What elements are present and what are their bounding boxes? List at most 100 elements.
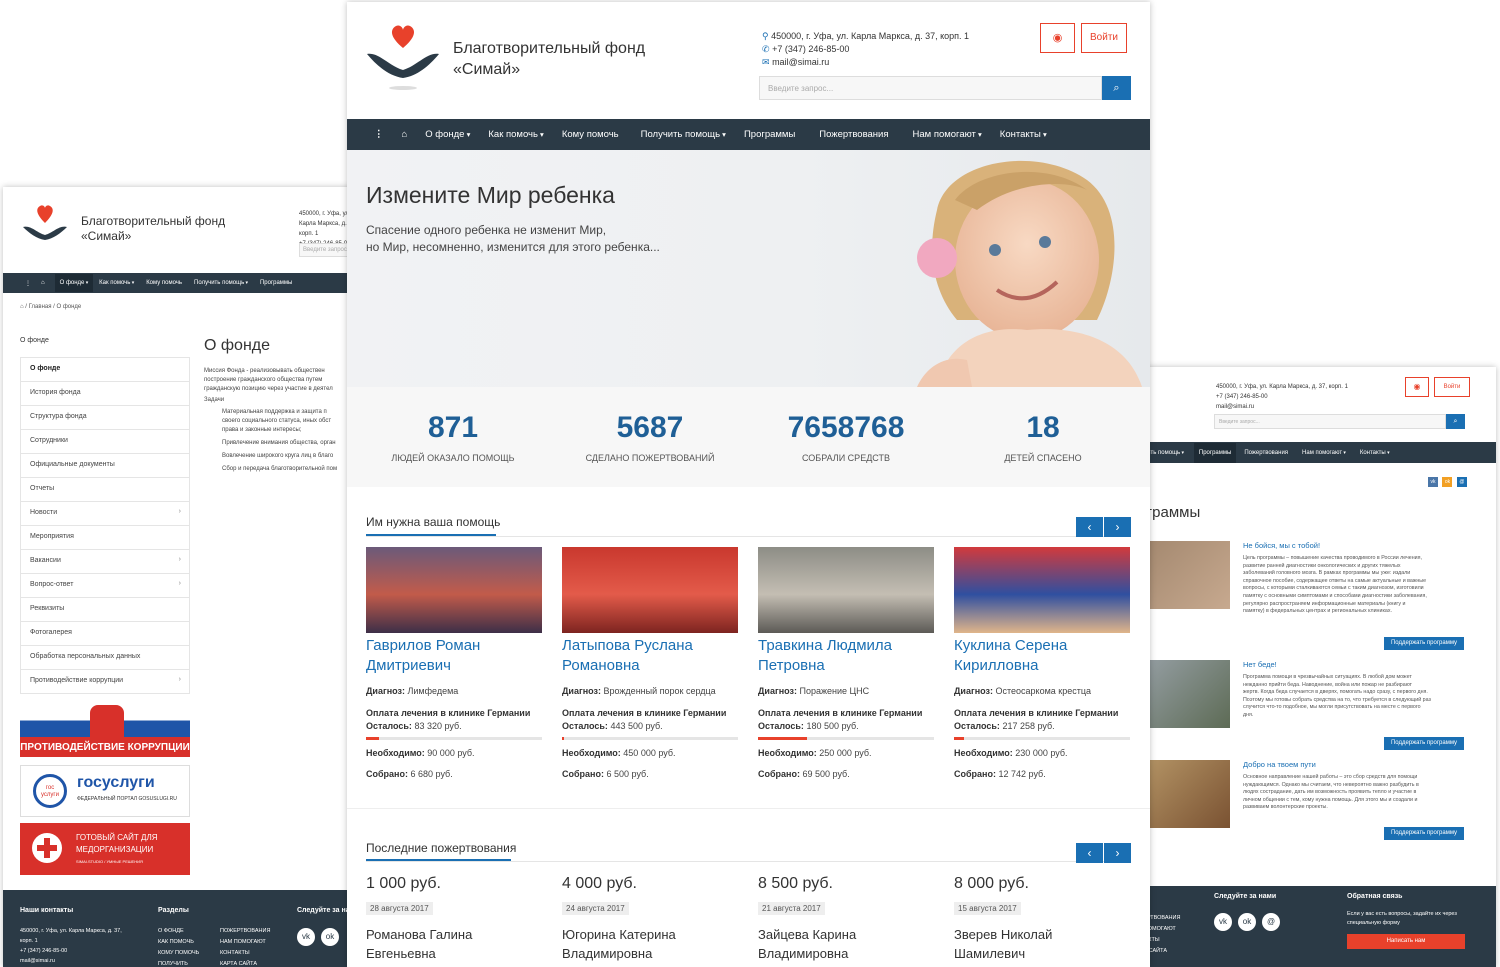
- next-arrow-icon[interactable]: ›: [1104, 843, 1131, 863]
- email-text[interactable]: mail@simai.ru: [772, 57, 829, 67]
- patient-photo[interactable]: [954, 547, 1130, 633]
- eye-icon[interactable]: ◉: [1405, 377, 1429, 397]
- program-title[interactable]: Нет беде!: [1243, 660, 1277, 669]
- mail-icon: ✉: [762, 57, 770, 67]
- home-icon[interactable]: ⌂: [41, 280, 45, 286]
- footer-phone[interactable]: +7 (347) 246-85-00: [20, 946, 122, 956]
- nav-donations[interactable]: Пожертвования: [819, 129, 888, 140]
- side-menu-item[interactable]: Противодействие коррупции ›: [21, 670, 189, 694]
- program-title[interactable]: Не бойся, мы с тобой!: [1243, 541, 1320, 550]
- body-text: построение гражданского общества путем: [204, 377, 323, 383]
- ok-icon[interactable]: ok: [1442, 477, 1453, 487]
- write-us-button[interactable]: Написать нам: [1347, 934, 1465, 949]
- vk-icon[interactable]: vk: [1214, 913, 1232, 931]
- footer-link[interactable]: КОМУ ПОМОЧЬ: [158, 948, 199, 959]
- patient-card[interactable]: Латыпова Руслана Романовна Диагноз: Врожде…: [562, 547, 738, 779]
- nav-about[interactable]: О фонде: [54, 274, 94, 292]
- side-menu-label: Вопрос-ответ: [30, 581, 74, 588]
- patient-name[interactable]: Травкина Людмила Петровна: [758, 636, 934, 676]
- footer-link[interactable]: КАК ПОМОЧЬ: [158, 937, 199, 948]
- home-icon[interactable]: ⌂: [20, 304, 24, 310]
- patient-name[interactable]: Латыпова Руслана Романовна: [562, 636, 738, 676]
- medorg-banner[interactable]: ГОТОВЫЙ САЙТ ДЛЯ МЕДОРГАНИЗАЦИИ SIMAI.ST…: [20, 823, 190, 875]
- nav-whom-help[interactable]: Кому помочь: [562, 129, 619, 140]
- support-program-button[interactable]: Поддержать программу: [1384, 827, 1464, 840]
- anticorruption-banner[interactable]: ПРОТИВОДЕЙСТВИЕ КОРРУПЦИИ: [20, 705, 190, 757]
- patient-photo[interactable]: [562, 547, 738, 633]
- phone-text[interactable]: +7 (347) 246-85-00: [1216, 392, 1348, 402]
- breadcrumb-home[interactable]: Главная: [29, 304, 52, 310]
- email-text[interactable]: mail@simai.ru: [1216, 402, 1348, 412]
- footer-link[interactable]: НАМ ПОМОГАЮТ: [220, 937, 270, 948]
- patient-photo[interactable]: [758, 547, 934, 633]
- section-title-donations: Последние пожертвования: [366, 841, 517, 855]
- side-menu-item[interactable]: Структура фонда: [21, 406, 189, 430]
- home-icon[interactable]: ⌂: [402, 129, 408, 140]
- side-menu-item[interactable]: Сотрудники: [21, 430, 189, 454]
- support-program-button[interactable]: Поддержать программу: [1384, 737, 1464, 750]
- nav-get-help[interactable]: Получить помощь: [194, 280, 248, 286]
- vk-icon[interactable]: vk: [1428, 477, 1438, 487]
- nav-programs[interactable]: Программы: [260, 280, 292, 286]
- side-menu-item[interactable]: Реквизиты: [21, 598, 189, 622]
- prev-arrow-icon[interactable]: ‹: [1076, 843, 1103, 863]
- nav-how-help[interactable]: Как помочь: [99, 280, 134, 286]
- logo[interactable]: [21, 203, 69, 248]
- search-icon[interactable]: ⌕: [1102, 76, 1131, 100]
- patient-name[interactable]: Куклина Серена Кирилловна: [954, 636, 1130, 676]
- eye-icon[interactable]: ◉: [1040, 23, 1075, 53]
- mail-icon[interactable]: @: [1262, 913, 1280, 931]
- search-input[interactable]: Введите запрос...: [1214, 414, 1446, 429]
- side-menu-item[interactable]: Мероприятия: [21, 526, 189, 550]
- progress-fill: [954, 737, 964, 740]
- nav-contacts[interactable]: Контакты: [1360, 450, 1390, 456]
- patient-card[interactable]: Травкина Людмила Петровна Диагноз: Поражен…: [758, 547, 934, 779]
- logo[interactable]: [365, 22, 441, 97]
- nav-contacts[interactable]: Контакты: [1000, 129, 1047, 140]
- footer-link[interactable]: ПОЖЕРТВОВАНИЯ: [220, 926, 270, 937]
- footer-link[interactable]: КОНТАКТЫ: [220, 948, 270, 959]
- side-menu-item[interactable]: Новости ›: [21, 502, 189, 526]
- nav-how-help[interactable]: Как помочь: [488, 129, 543, 140]
- nav-donations[interactable]: Пожертвования: [1244, 450, 1288, 456]
- patient-card[interactable]: Куклина Серена Кирилловна Диагноз: Остеоса…: [954, 547, 1130, 779]
- ok-icon[interactable]: ok: [1238, 913, 1256, 931]
- footer-email[interactable]: mail@simai.ru: [20, 956, 122, 966]
- footer-link[interactable]: О ФОНДЕ: [158, 926, 199, 937]
- footer-link[interactable]: КАРТА САЙТА: [220, 959, 270, 967]
- nav-programs[interactable]: Программы: [744, 129, 795, 140]
- nav-helpers[interactable]: Нам помогают: [1302, 450, 1346, 456]
- support-program-button[interactable]: Поддержать программу: [1384, 637, 1464, 650]
- side-menu-item[interactable]: О фонде: [21, 358, 189, 382]
- menu-dots-icon[interactable]: ⋮: [25, 280, 31, 287]
- nav-get-help[interactable]: Получить помощь: [641, 129, 726, 140]
- side-menu-item[interactable]: Фотогалерея: [21, 622, 189, 646]
- vk-icon[interactable]: vk: [297, 928, 315, 946]
- phone-text[interactable]: +7 (347) 246-85-00: [772, 44, 849, 54]
- search-input[interactable]: Введите запрос...: [759, 76, 1102, 100]
- patient-name[interactable]: Гаврилов Роман Дмитриевич: [366, 636, 542, 676]
- next-arrow-icon[interactable]: ›: [1104, 517, 1131, 537]
- login-button[interactable]: Войти: [1081, 23, 1127, 53]
- program-title[interactable]: Добро на твоем пути: [1243, 760, 1316, 769]
- side-menu-item[interactable]: Вакансии ›: [21, 550, 189, 574]
- prev-arrow-icon[interactable]: ‹: [1076, 517, 1103, 537]
- search-icon[interactable]: ⌕: [1446, 414, 1465, 429]
- login-button[interactable]: Войти: [1434, 377, 1470, 397]
- ok-icon[interactable]: ok: [321, 928, 339, 946]
- nav-whom-help[interactable]: Кому помочь: [146, 280, 182, 286]
- side-menu-item[interactable]: Обработка персональных данных: [21, 646, 189, 670]
- side-menu-item[interactable]: Вопрос-ответ ›: [21, 574, 189, 598]
- footer-link[interactable]: ПОЛУЧИТЬ: [158, 959, 199, 967]
- patient-card[interactable]: Гаврилов Роман Дмитриевич Диагноз: Лимфеде…: [366, 547, 542, 779]
- gosuslugi-banner[interactable]: гос услуги госуслуги ФЕДЕРАЛЬНЫЙ ПОРТАЛ …: [20, 765, 190, 817]
- side-menu-item[interactable]: История фонда: [21, 382, 189, 406]
- side-menu-item[interactable]: Официальные документы: [21, 454, 189, 478]
- nav-helpers[interactable]: Нам помогают: [913, 129, 982, 140]
- mail-icon[interactable]: @: [1456, 477, 1467, 487]
- nav-programs[interactable]: Программы: [1193, 442, 1237, 463]
- menu-dots-icon[interactable]: ⋮: [374, 129, 384, 140]
- patient-photo[interactable]: [366, 547, 542, 633]
- nav-about[interactable]: О фонде: [425, 129, 470, 140]
- side-menu-item[interactable]: Отчеты: [21, 478, 189, 502]
